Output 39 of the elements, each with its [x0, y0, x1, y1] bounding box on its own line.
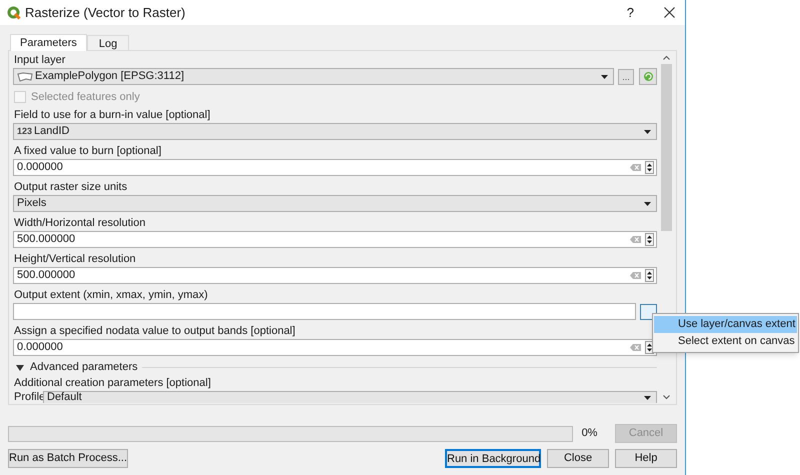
field-label: Input layer: [13, 53, 66, 68]
dropdown-value: Default: [47, 391, 83, 403]
field-label: Assign a specified nodata value to output bands [optional]: [13, 324, 296, 339]
field-label: Additional creation parameters [optional]: [13, 376, 212, 391]
dropdown[interactable]: Default: [43, 391, 657, 403]
menu-item[interactable]: Select extent on canvas: [654, 333, 797, 350]
number-field[interactable]: 0.000000: [13, 339, 657, 356]
tab[interactable]: Log: [86, 35, 130, 50]
tab[interactable]: Parameters: [10, 34, 87, 51]
batch-process-button[interactable]: Run as Batch Process...: [8, 449, 128, 468]
field-label: Field to use for a burn-in value [optional]: [13, 108, 212, 123]
help-button[interactable]: Help: [615, 449, 677, 468]
dropdown-value: ExamplePolygon [EPSG:3112]: [35, 69, 185, 84]
window-title: Rasterize (Vector to Raster): [25, 4, 186, 22]
browse-button[interactable]: ...: [618, 68, 634, 84]
number-field[interactable]: 500.000000: [13, 231, 657, 248]
field-type-icon: 123: [17, 124, 32, 138]
field-label: Output extent (xmin, xmax, ymin, ymax): [13, 288, 209, 303]
field-label: A fixed value to burn [optional]: [13, 144, 162, 159]
close-button[interactable]: Close: [547, 449, 609, 468]
number-field[interactable]: 0.000000: [13, 159, 657, 176]
dropdown-value: Pixels: [17, 196, 48, 212]
field-label: Width/Horizontal resolution: [13, 216, 146, 231]
dropdown[interactable]: 123 LandID: [13, 123, 657, 140]
section-header[interactable]: Advanced parameters: [30, 359, 138, 376]
checkbox-label: Selected features only: [31, 90, 140, 105]
layer-dropdown[interactable]: ExamplePolygon [EPSG:3112]: [13, 68, 614, 85]
field-label: Output raster size units: [13, 180, 128, 195]
menu-item[interactable]: Use layer/canvas extent: [654, 316, 797, 333]
field-value: 500.000000: [17, 232, 76, 248]
progress-percentage: 0%: [582, 426, 598, 442]
dropdown[interactable]: Pixels: [13, 195, 657, 212]
field-value: 500.000000: [17, 268, 76, 284]
dropdown-value: LandID: [34, 124, 71, 140]
field-value: 0.000000: [17, 160, 64, 176]
help-button[interactable]: ?: [626, 2, 634, 22]
number-field[interactable]: 500.000000: [13, 267, 657, 284]
field-value: 0.000000: [17, 340, 64, 356]
field-label: Height/Vertical resolution: [13, 252, 137, 267]
